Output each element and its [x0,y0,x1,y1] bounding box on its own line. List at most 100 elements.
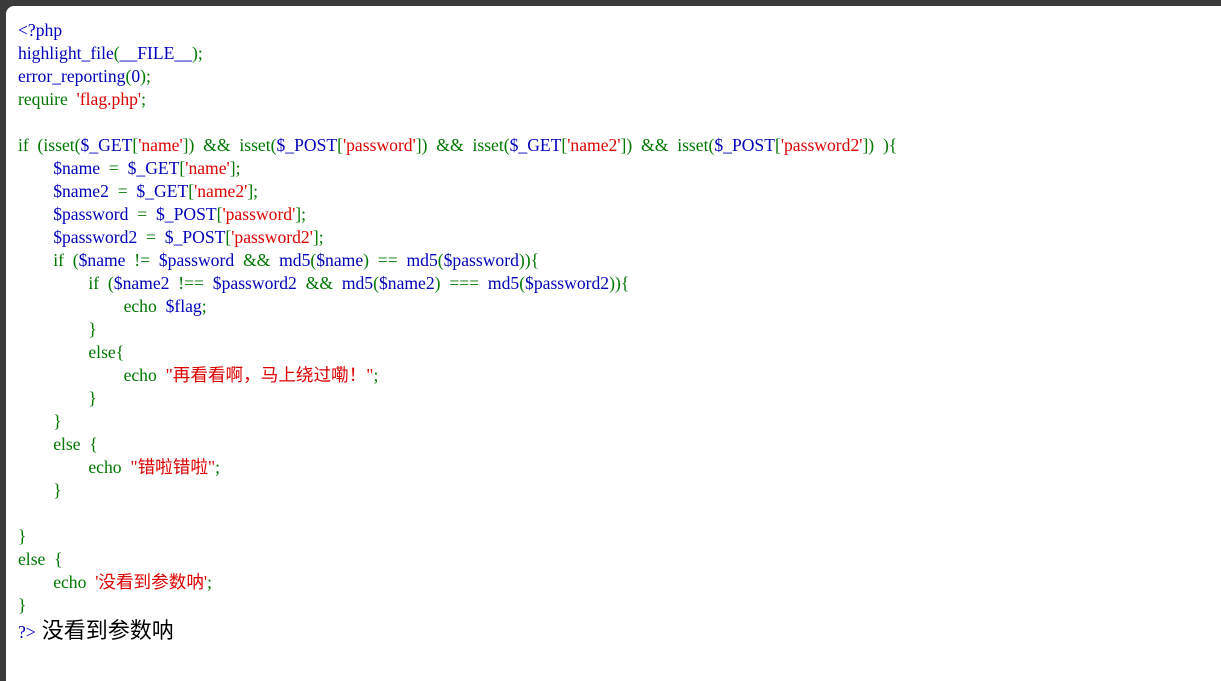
code-token-string: 'password' [342,135,416,155]
code-token-default: md5 [279,250,311,270]
code-line: if ($name2 !== $password2 && md5($name2)… [18,272,897,295]
code-token-keyword: !== [178,273,213,293]
code-token-default: $password [443,250,519,270]
code-line: error_reporting(0); [18,65,897,88]
code-token-default: 0 [131,66,141,86]
code-token-keyword: } [18,319,97,339]
code-token-keyword [18,227,53,247]
code-token-keyword: } [18,480,62,500]
code-line: if (isset($_GET['name']) && isset($_POST… [18,134,897,157]
code-token-string: 'password' [222,204,296,224]
code-token-default: md5 [487,273,520,293]
code-token-default: md5 [341,273,374,293]
code-token-default: $password [158,250,243,270]
code-line: echo "再看看啊，马上绕过嘞！"; [18,364,897,387]
code-line: echo $flag; [18,295,897,318]
code-token-keyword: ]; [247,181,259,201]
code-token-keyword: } [18,388,97,408]
code-token-string: 'name2' [194,181,248,201]
code-token-keyword: ]) ){ [862,135,898,155]
code-token-keyword: ]; [312,227,324,247]
php-source-code: <?php highlight_file(__FILE__); error_repo… [18,19,897,617]
code-token-keyword: if ( [18,273,114,293]
code-token-keyword: if ( [18,250,79,270]
code-token-keyword: )){ [518,250,540,270]
code-token-string: "错啦错啦" [130,457,216,477]
code-line: if ($name != $password && md5($name) == … [18,249,897,272]
code-token-keyword: && [242,250,280,270]
code-line: $password = $_POST['password']; [18,203,897,226]
code-token-keyword: } [18,526,27,546]
code-line: else { [18,433,897,456]
code-token-keyword: ]; [295,204,307,224]
code-token-keyword: echo [18,365,166,385]
code-token-default: $_GET [509,135,562,155]
code-token-keyword: = [117,181,137,201]
code-token-default: $password2 [53,227,147,247]
code-token-keyword [18,158,53,178]
code-line: $password2 = $_POST['password2']; [18,226,897,249]
code-token-keyword: = [137,204,156,224]
code-token-keyword: } [18,411,62,431]
code-token-default: md5 [406,250,438,270]
code-token-default: $flag [165,296,202,316]
code-token-string: 'name2' [567,135,621,155]
code-token-default: $_POST [276,135,338,155]
code-line: } [18,525,897,548]
code-line: <?php [18,19,897,42]
code-token-string: "再看看啊，马上绕过嘞！" [165,365,374,385]
code-line: echo "错啦错啦"; [18,456,897,479]
code-token-keyword: echo [18,572,96,592]
code-token-keyword [18,204,53,224]
code-token-string: 'name' [185,158,230,178]
code-token-default: $_POST [164,227,226,247]
code-token-keyword: ; [141,89,146,109]
code-token-string: 'name' [138,135,183,155]
code-line: $name2 = $_GET['name2']; [18,180,897,203]
code-token-keyword: else { [18,434,98,454]
code-token-default: $name [316,250,364,270]
code-line: highlight_file(__FILE__); [18,42,897,65]
code-token-default: $_GET [136,181,189,201]
code-token-keyword: )){ [609,273,630,293]
code-token-keyword: ); [140,66,151,86]
code-token-keyword: echo [18,296,166,316]
code-token-default: highlight_file [18,43,114,63]
code-token-default: $_POST [714,135,775,155]
code-token-keyword: ; [215,457,221,477]
code-token-default: $password2 [525,273,610,293]
code-token-default: $_GET [127,158,180,178]
code-token-keyword: echo [18,457,131,477]
code-token-default: $name2 [113,273,179,293]
code-line: else { [18,548,897,571]
code-token-keyword: ) == [363,250,407,270]
code-token-keyword [18,181,53,201]
code-token-keyword: ]) && isset( [620,135,715,155]
code-token-keyword: ]) && isset( [415,135,510,155]
code-line: } [18,387,897,410]
code-token-default: $name2 [53,181,118,201]
code-token-keyword: require [18,89,77,109]
code-token-keyword: else{ [18,342,125,362]
php-close-tag: ?> [18,622,36,642]
code-line: else{ [18,341,897,364]
code-token-string: 'flag.php' [76,89,142,109]
code-token-keyword: = [146,227,165,247]
code-token-keyword: = [108,158,128,178]
code-token-default: $_POST [155,204,217,224]
code-token-keyword: } [18,595,27,615]
browser-page: <?php highlight_file(__FILE__); error_repo… [6,6,1221,681]
code-line: } [18,318,897,341]
code-token-default: $password2 [212,273,306,293]
code-token-keyword: ; [201,296,207,316]
code-line: $name = $_GET['name']; [18,157,897,180]
code-line: require 'flag.php'; [18,88,897,111]
code-token-keyword: else { [18,549,63,569]
code-line: } [18,594,897,617]
code-token-default: $password [53,204,138,224]
code-token-keyword: ) === [434,273,488,293]
code-token-keyword: ); [191,43,203,63]
code-token-keyword: ; [207,572,212,592]
